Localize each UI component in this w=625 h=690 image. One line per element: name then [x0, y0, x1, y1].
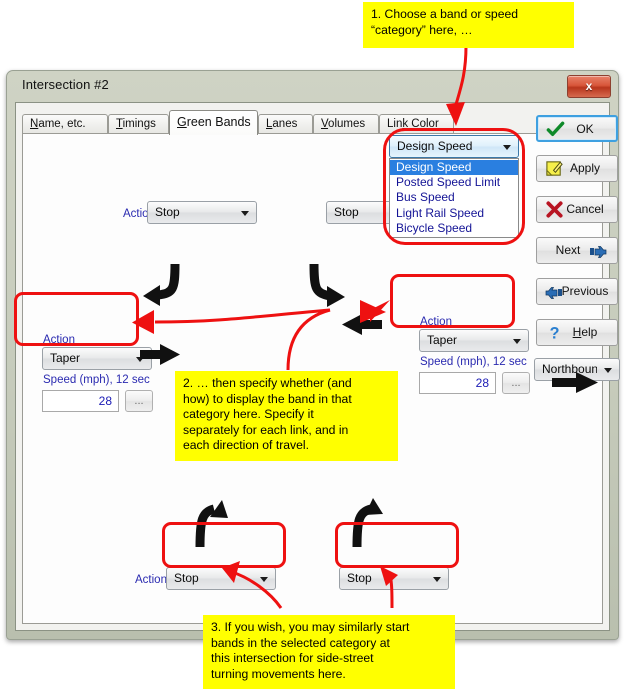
bottom-action-label: Action: [135, 574, 167, 586]
dialog-client-area: Name, etc. Timings Green Bands Lanes Vol…: [15, 102, 610, 631]
tab-label: Link Color: [387, 118, 439, 130]
combo-value: Stop: [347, 571, 372, 585]
left-speed-input[interactable]: 28: [42, 390, 119, 412]
button-label: Previous: [561, 284, 609, 298]
dropdown-option[interactable]: Bicycle Speed: [390, 221, 518, 236]
chevron-down-icon: [503, 145, 511, 150]
annotation-note-3: 3. If you wish, you may similarly start …: [203, 615, 455, 689]
direction-combo[interactable]: Northbound: [534, 358, 620, 381]
tab-name-etc[interactable]: Name, etc.: [22, 114, 108, 134]
top-left-action-combo[interactable]: Stop: [147, 201, 257, 224]
cancel-button[interactable]: Cancel: [536, 196, 618, 223]
tab-strip: Name, etc. Timings Green Bands Lanes Vol…: [22, 110, 603, 135]
tab-label: Lanes: [266, 118, 298, 130]
tab-green-bands[interactable]: Green Bands: [169, 110, 258, 135]
combo-value: Design Speed: [397, 139, 473, 153]
intersection-dialog: Intersection #2 x Name, etc. Timings Gre…: [6, 70, 620, 640]
ok-button[interactable]: OK: [536, 115, 618, 142]
right-speed-input[interactable]: 28: [419, 372, 496, 394]
annotation-note-2: 2. … then specify whether (and how) to d…: [175, 371, 398, 461]
dialog-title: Intersection #2: [22, 77, 109, 92]
combo-value: Taper: [427, 333, 458, 347]
tab-label: Name, etc.: [30, 118, 86, 130]
previous-button[interactable]: Previous: [536, 278, 618, 305]
next-button[interactable]: Next: [536, 237, 618, 264]
right-action-label-rest: ction: [427, 316, 452, 328]
apply-button[interactable]: Apply: [536, 155, 618, 182]
button-label: Help: [572, 325, 598, 339]
bottom-left-action-combo[interactable]: Stop: [166, 567, 276, 590]
input-value: 28: [475, 376, 489, 390]
combo-value: Stop: [155, 205, 180, 219]
dialog-titlebar: Intersection #2 x: [7, 71, 618, 101]
chevron-down-icon: [136, 357, 144, 362]
chevron-down-icon: [433, 577, 441, 582]
dropdown-option[interactable]: Bus Speed: [390, 190, 518, 205]
tab-label: Volumes: [321, 118, 366, 130]
dropdown-option[interactable]: Design Speed: [390, 160, 518, 176]
tab-volumes[interactable]: Volumes: [313, 114, 379, 134]
input-value: 28: [98, 394, 112, 408]
left-action-combo[interactable]: Taper: [42, 347, 152, 370]
close-icon[interactable]: x: [567, 75, 611, 98]
right-action-combo[interactable]: Taper: [419, 329, 529, 352]
left-action-label: Action: [43, 334, 75, 346]
combo-value: Taper: [50, 351, 81, 365]
combo-value: Stop: [174, 571, 199, 585]
left-speed-browse-button[interactable]: ...: [125, 390, 153, 412]
dropdown-option[interactable]: Light Rail Speed: [390, 206, 518, 221]
help-button[interactable]: ? Help: [536, 319, 618, 346]
tab-timings[interactable]: Timings: [108, 114, 169, 134]
left-speed-label: Speed (mph), 12 sec: [43, 374, 150, 386]
tab-lanes[interactable]: Lanes: [258, 114, 313, 134]
category-dropdown-list[interactable]: Design Speed Posted Speed Limit Bus Spee…: [389, 158, 519, 238]
chevron-down-icon: [513, 339, 521, 344]
combo-value: Northbound: [542, 362, 597, 376]
category-combo[interactable]: Design Speed: [389, 135, 519, 158]
tab-label: Green Bands: [177, 115, 251, 129]
dropdown-option[interactable]: Posted Speed Limit: [390, 175, 518, 190]
bottom-right-action-combo[interactable]: Stop: [339, 567, 449, 590]
left-action-label-rest: ction: [50, 334, 75, 346]
button-label: OK: [576, 122, 594, 136]
right-speed-browse-button[interactable]: ...: [502, 372, 530, 394]
tab-label: Timings: [116, 118, 156, 130]
button-label: Apply: [569, 161, 601, 175]
screenshot-root: Intersection #2 x Name, etc. Timings Gre…: [0, 0, 625, 690]
right-action-label: Action: [420, 316, 452, 328]
hand-right-icon: [590, 246, 607, 258]
chevron-down-icon: [604, 368, 612, 373]
chevron-down-icon: [260, 577, 268, 582]
right-speed-label: Speed (mph), 12 sec: [420, 356, 527, 368]
button-label: Cancel: [566, 202, 604, 216]
chevron-down-icon: [241, 211, 249, 216]
annotation-note-1: 1. Choose a band or speed “category” her…: [363, 2, 574, 48]
tab-link-color[interactable]: Link Color: [379, 114, 454, 134]
